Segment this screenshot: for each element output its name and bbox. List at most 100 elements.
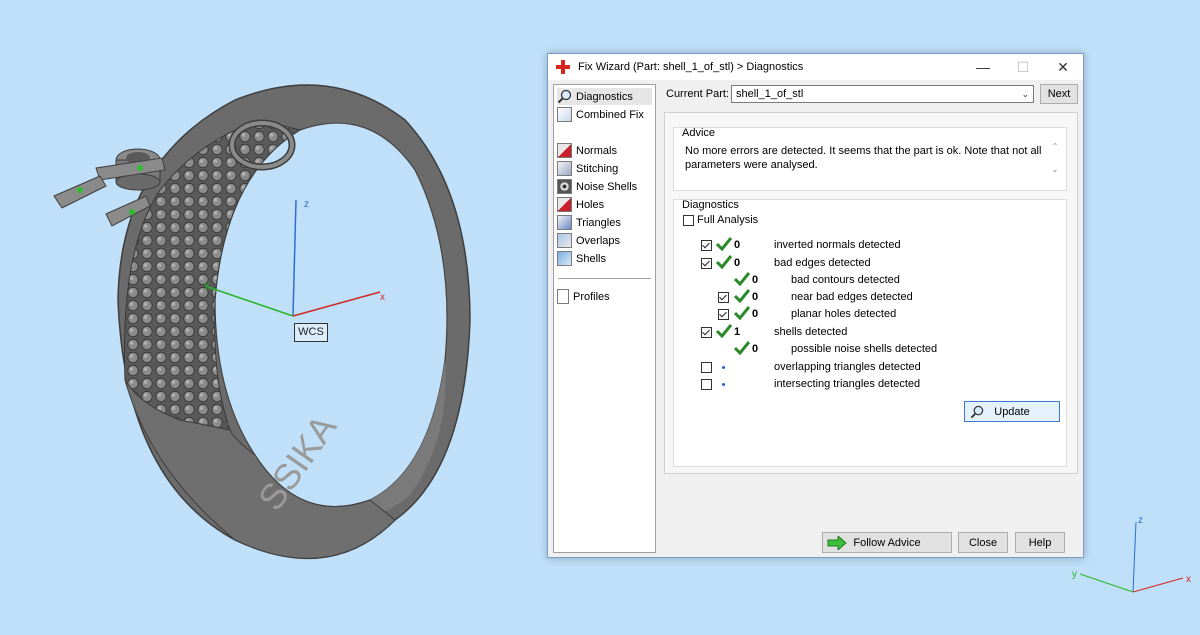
red-cross-icon bbox=[556, 60, 570, 74]
sidebar-item-shells[interactable]: Shells bbox=[557, 250, 606, 267]
sidebar-item-diagnostics[interactable]: Diagnostics bbox=[557, 88, 652, 105]
planar-holes-checkbox[interactable] bbox=[718, 309, 729, 320]
follow-advice-label: Follow Advice bbox=[853, 536, 921, 549]
current-part-label: Current Part: bbox=[666, 88, 729, 100]
green-check-icon bbox=[734, 272, 750, 286]
overlaps-icon bbox=[557, 233, 572, 248]
fix-wizard-dialog: Fix Wizard (Part: shell_1_of_stl) > Diag… bbox=[547, 53, 1084, 558]
shells-label: shells detected bbox=[774, 326, 848, 338]
near-bad-edges-count: 0 bbox=[752, 291, 759, 303]
sidebar-item-label: Triangles bbox=[576, 216, 621, 229]
intersecting-triangles-label: intersecting triangles detected bbox=[774, 378, 921, 390]
overlapping-triangles-checkbox[interactable] bbox=[701, 362, 712, 373]
sidebar-item-label: Profiles bbox=[573, 290, 610, 303]
sidebar-item-label: Diagnostics bbox=[576, 90, 633, 103]
noise-shells-label: possible noise shells detected bbox=[791, 343, 938, 355]
wcs-y-axis-label: y bbox=[204, 280, 209, 291]
wcs-x-axis-label: x bbox=[380, 292, 385, 303]
wcs-label: WCS bbox=[294, 323, 328, 342]
corner-y-axis-label: y bbox=[1072, 569, 1077, 580]
sidebar-item-label: Normals bbox=[576, 144, 617, 157]
bad-edges-count: 0 bbox=[734, 257, 741, 269]
green-check-icon bbox=[734, 306, 750, 320]
diagnostics-title: Diagnostics bbox=[682, 199, 739, 211]
green-check-icon bbox=[716, 324, 732, 338]
overlapping-triangles-label: overlapping triangles detected bbox=[774, 361, 921, 373]
sidebar-item-label: Overlaps bbox=[576, 234, 621, 247]
inverted-normals-label: inverted normals detected bbox=[774, 239, 901, 251]
noise-shells-icon bbox=[557, 179, 572, 194]
sidebar-item-label: Shells bbox=[576, 252, 606, 265]
chevron-down-icon: ⌄ bbox=[1021, 89, 1029, 99]
shells-count: 1 bbox=[734, 326, 741, 338]
sidebar-item-profiles[interactable]: Profiles bbox=[557, 288, 610, 305]
near-bad-edges-label: near bad edges detected bbox=[791, 291, 913, 303]
sidebar-item-holes[interactable]: Holes bbox=[557, 196, 604, 213]
close-window-button[interactable]: ✕ bbox=[1043, 54, 1083, 80]
bad-edges-checkbox[interactable] bbox=[701, 258, 712, 269]
close-button[interactable]: Close bbox=[958, 532, 1008, 553]
sidebar-item-label: Combined Fix bbox=[576, 108, 644, 121]
sidebar-item-label: Stitching bbox=[576, 162, 619, 175]
inverted-normals-count: 0 bbox=[734, 239, 741, 251]
sidebar-item-overlaps[interactable]: Overlaps bbox=[557, 232, 620, 249]
dialog-title: Fix Wizard (Part: shell_1_of_stl) > Diag… bbox=[578, 61, 804, 73]
near-bad-edges-checkbox[interactable] bbox=[718, 292, 729, 303]
magnifier-icon bbox=[970, 405, 984, 419]
stitching-icon bbox=[557, 161, 572, 176]
current-part-select[interactable]: shell_1_of_stl ⌄ bbox=[731, 85, 1034, 103]
sidebar-item-label: Noise Shells bbox=[576, 180, 638, 193]
sidebar-item-label: Holes bbox=[576, 198, 605, 211]
wcs-z-axis-label: z bbox=[304, 199, 309, 210]
advice-group: Advice No more errors are detected. It s… bbox=[673, 127, 1067, 191]
green-check-icon bbox=[734, 341, 750, 355]
shells-checkbox[interactable] bbox=[701, 327, 712, 338]
green-check-icon bbox=[716, 237, 732, 251]
sidebar-item-noise-shells[interactable]: Noise Shells bbox=[557, 178, 637, 195]
sidebar-item-normals[interactable]: Normals bbox=[557, 142, 617, 159]
intersecting-triangles-checkbox[interactable] bbox=[701, 379, 712, 390]
inverted-normals-checkbox[interactable] bbox=[701, 240, 712, 251]
advice-scrollbar[interactable]: ⌃ ⌄ bbox=[1049, 142, 1061, 174]
triangles-icon bbox=[557, 215, 572, 230]
bad-contours-count: 0 bbox=[752, 274, 759, 286]
sidebar-item-stitching[interactable]: Stitching bbox=[557, 160, 618, 177]
shells-icon bbox=[557, 251, 572, 266]
planar-holes-label: planar holes detected bbox=[791, 308, 897, 320]
sidebar-item-combined-fix[interactable]: Combined Fix bbox=[557, 106, 644, 123]
advice-title: Advice bbox=[682, 127, 716, 139]
advice-text: No more errors are detected. It seems th… bbox=[685, 145, 1042, 171]
sidebar-item-triangles[interactable]: Triangles bbox=[557, 214, 621, 231]
title-bar[interactable]: Fix Wizard (Part: shell_1_of_stl) > Diag… bbox=[548, 54, 1083, 80]
planar-holes-count: 0 bbox=[752, 308, 759, 320]
full-analysis-label: Full Analysis bbox=[697, 214, 759, 226]
full-analysis-checkbox[interactable] bbox=[683, 215, 694, 226]
update-button[interactable]: Update bbox=[964, 401, 1060, 422]
green-check-icon bbox=[716, 255, 732, 269]
document-icon bbox=[557, 289, 569, 304]
bad-edges-label: bad edges detected bbox=[774, 257, 871, 269]
pending-dot-icon bbox=[722, 383, 725, 386]
sidebar-separator bbox=[558, 278, 651, 279]
content-panel: Advice No more errors are detected. It s… bbox=[664, 112, 1078, 474]
normals-icon bbox=[557, 143, 572, 158]
maximize-button[interactable]: ☐ bbox=[1003, 54, 1043, 80]
corner-z-axis-label: z bbox=[1138, 515, 1143, 526]
noise-shells-count: 0 bbox=[752, 343, 759, 355]
next-button[interactable]: Next bbox=[1040, 84, 1078, 104]
minimize-button[interactable]: — bbox=[963, 54, 1003, 80]
cube-icon bbox=[557, 107, 572, 122]
pending-dot-icon bbox=[722, 366, 725, 369]
green-arrow-right-icon bbox=[827, 536, 847, 550]
help-button[interactable]: Help bbox=[1015, 532, 1065, 553]
update-label: Update bbox=[994, 405, 1030, 418]
holes-icon bbox=[557, 197, 572, 212]
bad-contours-label: bad contours detected bbox=[791, 274, 900, 286]
current-part-value: shell_1_of_stl bbox=[736, 88, 804, 100]
green-check-icon bbox=[734, 289, 750, 303]
corner-x-axis-label: x bbox=[1186, 574, 1191, 585]
diagnostics-group: Diagnostics Full Analysis 0 inverted nor… bbox=[673, 199, 1067, 467]
magnifier-icon bbox=[557, 89, 572, 104]
follow-advice-button[interactable]: Follow Advice bbox=[822, 532, 952, 553]
sidebar: Diagnostics Combined Fix Normals Stitchi… bbox=[553, 84, 656, 553]
